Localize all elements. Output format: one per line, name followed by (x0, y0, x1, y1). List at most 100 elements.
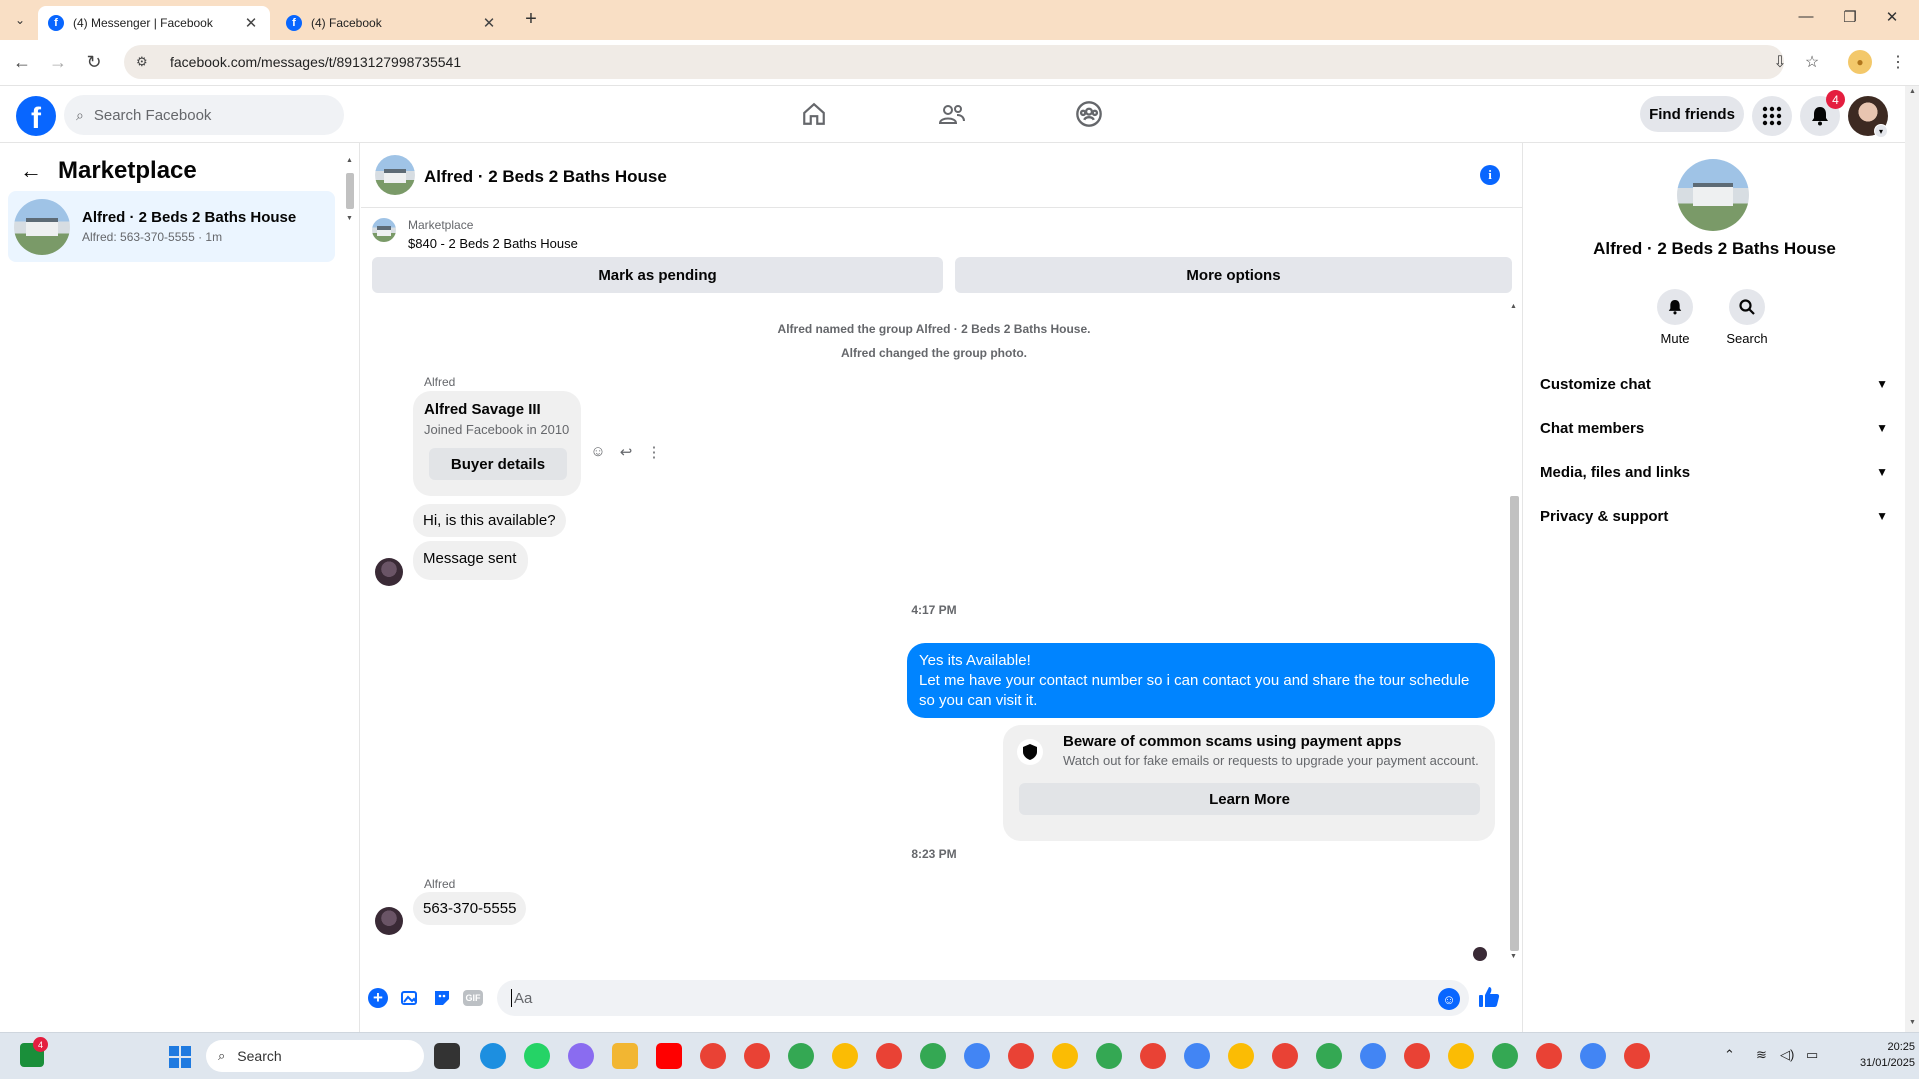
chrome-icon[interactable] (920, 1043, 946, 1069)
react-smiley-icon[interactable]: ☺ (589, 443, 607, 461)
photo-icon[interactable] (399, 987, 421, 1009)
show-hidden-icons-icon[interactable]: ⌃ (1724, 1047, 1735, 1063)
restore-icon[interactable]: ❐ (1830, 8, 1870, 26)
mark-as-pending-button[interactable]: Mark as pending (372, 257, 943, 293)
bookmark-star-icon[interactable]: ☆ (1800, 52, 1824, 72)
mute-button[interactable]: Mute (1645, 289, 1705, 346)
find-friends-button[interactable]: Find friends (1640, 96, 1744, 132)
close-window-icon[interactable]: ✕ (1872, 8, 1912, 26)
groups-icon[interactable] (1069, 98, 1109, 130)
battery-icon[interactable]: ▭ (1806, 1047, 1818, 1063)
chrome-icon[interactable] (1140, 1043, 1166, 1069)
chrome-icon[interactable] (1008, 1043, 1034, 1069)
scroll-up-icon[interactable]: ▲ (346, 157, 353, 164)
group-photo[interactable] (1677, 159, 1749, 231)
chevron-down-icon[interactable]: ▾ (1874, 124, 1888, 138)
outgoing-message-bubble[interactable]: Yes its Available! Let me have your cont… (907, 643, 1495, 718)
thumbs-up-icon[interactable] (1478, 986, 1500, 1014)
scroll-down-icon[interactable]: ▼ (1510, 953, 1517, 960)
menu-grid-icon[interactable] (1752, 96, 1792, 136)
task-view-icon[interactable] (434, 1043, 460, 1069)
volume-icon[interactable]: ◁) (1780, 1047, 1794, 1063)
chat-scrollbar[interactable]: ▲ ▼ (1507, 301, 1521, 966)
copilot-icon[interactable] (568, 1043, 594, 1069)
facebook-search-input[interactable]: ⌕ Search Facebook (64, 95, 344, 135)
tab-messenger[interactable]: f (4) Messenger | Facebook ✕ (38, 6, 270, 40)
tab-facebook[interactable]: f (4) Facebook ✕ (276, 6, 508, 40)
scroll-thumb[interactable] (1510, 496, 1519, 951)
reload-icon[interactable]: ↻ (82, 52, 106, 73)
chrome-icon[interactable] (744, 1043, 770, 1069)
message-bubble[interactable]: Hi, is this available? (413, 504, 566, 537)
media-files-links-row[interactable]: Media, files and links ▼ (1540, 454, 1896, 490)
chrome-icon[interactable] (832, 1043, 858, 1069)
chrome-icon[interactable] (1404, 1043, 1430, 1069)
chrome-icon[interactable] (964, 1043, 990, 1069)
chrome-icon[interactable] (1360, 1043, 1386, 1069)
chrome-icon[interactable] (1096, 1043, 1122, 1069)
edge-icon[interactable] (480, 1043, 506, 1069)
plus-icon[interactable]: + (368, 988, 388, 1008)
chrome-icon[interactable] (700, 1043, 726, 1069)
chrome-icon[interactable] (1272, 1043, 1298, 1069)
close-tab-icon[interactable]: ✕ (480, 14, 498, 32)
site-settings-icon[interactable]: ⚙ (136, 54, 156, 70)
url-field[interactable]: ⚙ facebook.com/messages/t/89131279987355… (124, 45, 1784, 79)
file-explorer-icon[interactable] (612, 1043, 638, 1069)
page-scrollbar[interactable]: ▲ ▼ (1905, 86, 1919, 1032)
friends-icon[interactable] (932, 98, 972, 130)
scroll-up-icon[interactable]: ▲ (1909, 88, 1916, 95)
close-tab-icon[interactable]: ✕ (242, 14, 260, 32)
chrome-icon-active[interactable] (1624, 1043, 1650, 1069)
info-icon[interactable]: i (1480, 165, 1500, 185)
browser-menu-icon[interactable]: ⋮ (1886, 52, 1910, 72)
emoji-icon[interactable]: ☺ (1438, 988, 1460, 1010)
more-vertical-icon[interactable]: ⋮ (645, 443, 663, 461)
sender-avatar[interactable] (375, 907, 403, 935)
search-in-chat-button[interactable]: Search (1717, 289, 1777, 346)
chrome-icon[interactable] (1184, 1043, 1210, 1069)
conversation-item[interactable]: Alfred · 2 Beds 2 Baths House Alfred: 56… (8, 191, 335, 262)
chrome-icon[interactable] (1580, 1043, 1606, 1069)
chrome-icon[interactable] (1316, 1043, 1342, 1069)
facebook-logo[interactable]: f (16, 96, 56, 136)
whatsapp-icon[interactable] (524, 1043, 550, 1069)
list-scrollbar[interactable]: ▲ ▼ (343, 157, 357, 225)
chat-members-row[interactable]: Chat members ▼ (1540, 410, 1896, 446)
chrome-icon[interactable] (1536, 1043, 1562, 1069)
reply-icon[interactable]: ↩ (617, 443, 635, 461)
back-arrow-icon[interactable]: ← (20, 158, 46, 184)
back-icon[interactable]: ← (10, 52, 34, 73)
chrome-icon[interactable] (1448, 1043, 1474, 1069)
wifi-icon[interactable]: ≋ (1756, 1047, 1767, 1063)
tab-search-chevron-icon[interactable]: ⌄ (8, 9, 32, 31)
sticker-icon[interactable] (431, 987, 453, 1009)
more-options-button[interactable]: More options (955, 257, 1512, 293)
learn-more-button[interactable]: Learn More (1019, 783, 1480, 815)
chat-title[interactable]: Alfred · 2 Beds 2 Baths House (424, 167, 667, 187)
taskbar-search[interactable]: ⌕ Search (206, 1040, 424, 1072)
scroll-down-icon[interactable]: ▼ (1909, 1019, 1916, 1026)
gif-icon[interactable]: GIF (463, 990, 483, 1006)
new-tab-icon[interactable]: + (520, 8, 542, 31)
listing-price-title[interactable]: $840 - 2 Beds 2 Baths House (408, 236, 578, 251)
scroll-up-icon[interactable]: ▲ (1510, 303, 1517, 310)
chat-avatar[interactable] (375, 155, 415, 195)
privacy-support-row[interactable]: Privacy & support ▼ (1540, 498, 1896, 534)
forward-icon[interactable]: → (46, 52, 70, 73)
browser-profile-icon[interactable]: ● (1848, 50, 1872, 74)
chrome-icon[interactable] (1052, 1043, 1078, 1069)
minimize-icon[interactable]: — (1786, 8, 1826, 25)
youtube-icon[interactable] (656, 1043, 682, 1069)
chrome-icon[interactable] (788, 1043, 814, 1069)
buyer-details-button[interactable]: Buyer details (429, 448, 567, 480)
chrome-icon[interactable] (1228, 1043, 1254, 1069)
message-input[interactable]: Aa (497, 980, 1469, 1016)
message-bubble[interactable]: 563-370-5555 (413, 892, 527, 925)
chrome-icon[interactable] (1492, 1043, 1518, 1069)
customize-chat-row[interactable]: Customize chat ▼ (1540, 366, 1896, 402)
chrome-icon[interactable] (876, 1043, 902, 1069)
scroll-down-icon[interactable]: ▼ (346, 215, 353, 222)
message-bubble[interactable]: Message sent (413, 541, 529, 580)
windows-start-icon[interactable] (169, 1046, 191, 1068)
